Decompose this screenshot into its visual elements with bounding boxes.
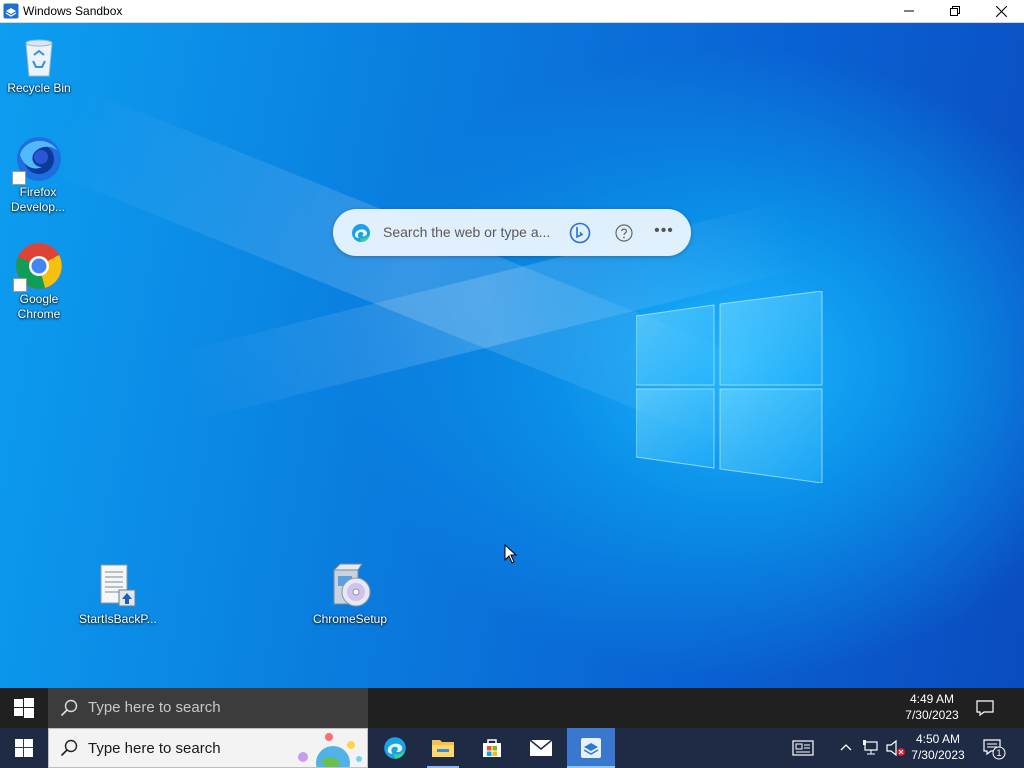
- search-icon: [60, 739, 78, 757]
- clock-time: 4:50 AM: [915, 732, 961, 746]
- window-titlebar[interactable]: Windows Sandbox: [0, 0, 1024, 23]
- taskbar-app-edge[interactable]: [371, 728, 419, 768]
- file-explorer-icon: [432, 740, 454, 757]
- taskbar-sandbox: Type here to search 4:49 AM 7/30/2023: [0, 688, 1024, 728]
- windows-logo-wallpaper: [636, 291, 823, 483]
- taskbar-app-mail[interactable]: [517, 728, 565, 768]
- taskbar-search-box[interactable]: Type here to search: [48, 688, 368, 728]
- edge-search-input[interactable]: Search the web or type a...: [383, 224, 550, 240]
- clock-date: 7/30/2023: [905, 708, 959, 722]
- edge-icon: [384, 737, 406, 759]
- store-icon: [483, 739, 501, 757]
- taskbar-app-file-explorer[interactable]: [419, 728, 467, 768]
- search-placeholder: Type here to search: [88, 740, 221, 757]
- recycle-bin-icon: [15, 31, 63, 79]
- taskbar-app-store[interactable]: [468, 728, 516, 768]
- mouse-cursor-icon: [504, 544, 518, 564]
- network-icon[interactable]: [862, 738, 882, 758]
- desktop-icon-label: Recycle Bin: [7, 81, 71, 95]
- clock-date: 7/30/2023: [911, 748, 965, 762]
- chevron-up-icon[interactable]: [838, 739, 858, 759]
- chrome-icon: [13, 242, 63, 292]
- setup-cd-icon: [326, 562, 374, 610]
- desktop-icon-label: Google Chrome: [17, 292, 61, 321]
- windows-sandbox-icon: [3, 3, 19, 19]
- notification-center-icon[interactable]: [975, 698, 995, 718]
- start-button[interactable]: [0, 728, 48, 768]
- search-icon: [60, 699, 78, 717]
- system-clock[interactable]: 4:50 AM 7/30/2023: [906, 731, 970, 763]
- sandbox-icon: [581, 738, 601, 758]
- edge-search-bar[interactable]: Search the web or type a... •••: [333, 209, 691, 256]
- minimize-button[interactable]: [886, 0, 932, 22]
- taskbar-app-windows-sandbox[interactable]: [567, 728, 615, 768]
- windows-start-icon: [15, 739, 33, 757]
- desktop-icon-label: StartIsBackP...: [79, 612, 157, 626]
- search-placeholder: Type here to search: [88, 699, 221, 716]
- close-button[interactable]: [978, 0, 1024, 22]
- installer-document-icon: [93, 562, 141, 610]
- bing-chat-icon[interactable]: [569, 222, 591, 244]
- desktop-icon-startisback[interactable]: StartIsBackP...: [79, 562, 157, 627]
- desktop-icon-label: ChromeSetup: [312, 612, 388, 626]
- desktop-icon-google-chrome[interactable]: Google Chrome: [1, 242, 77, 322]
- taskbar-host: Type here to search 4:50 AM 7/30/2023 1: [0, 728, 1024, 768]
- mail-icon: [529, 739, 553, 756]
- desktop[interactable]: Recycle Bin Firefox Develop... Google Ch…: [0, 23, 1024, 688]
- windows-start-icon: [14, 698, 34, 718]
- edge-icon: [351, 223, 371, 243]
- shortcut-arrow-icon: [12, 171, 26, 185]
- desktop-icon-label: Firefox Develop...: [10, 185, 66, 214]
- firefox-developer-icon: [12, 135, 62, 185]
- restore-button[interactable]: [932, 0, 978, 22]
- shortcut-arrow-icon: [13, 278, 27, 292]
- desktop-icon-chromesetup[interactable]: ChromeSetup: [312, 562, 388, 627]
- volume-muted-icon[interactable]: [885, 738, 905, 758]
- more-icon[interactable]: •••: [652, 223, 676, 243]
- clock-time: 4:49 AM: [909, 692, 955, 706]
- start-button[interactable]: [0, 688, 48, 728]
- news-icon[interactable]: [792, 738, 814, 758]
- window-title: Windows Sandbox: [23, 4, 123, 18]
- desktop-icon-recycle-bin[interactable]: Recycle Bin: [1, 31, 77, 96]
- system-clock[interactable]: 4:49 AM 7/30/2023: [900, 691, 964, 723]
- search-highlight-illustration: [298, 733, 362, 767]
- help-icon[interactable]: [614, 223, 634, 243]
- notification-center-icon[interactable]: 1: [983, 738, 1009, 760]
- desktop-icon-firefox-developer[interactable]: Firefox Develop...: [0, 135, 76, 215]
- notification-count-badge: 1: [996, 748, 1002, 758]
- taskbar-search-box[interactable]: Type here to search: [48, 728, 368, 768]
